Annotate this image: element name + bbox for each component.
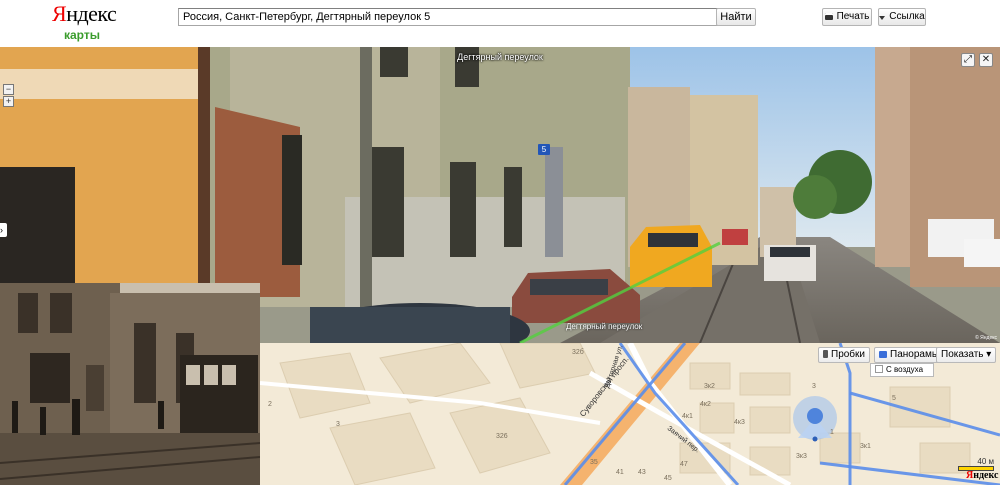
scale-label: 40 м [977,457,994,466]
house-number-label: 41 [616,469,624,476]
house-number-label: 3 [336,421,340,428]
traffic-icon [823,350,828,358]
yandex-logo[interactable]: Яндекс карты [52,2,117,44]
house-number-label: 2 [268,401,272,408]
house-number-label: 35 [590,459,598,466]
panoramas-button[interactable]: Панорамы [874,347,945,363]
panorama-nav-arrow[interactable]: › [0,223,7,237]
historic-photo [0,283,260,485]
print-button[interactable]: Печать [822,8,872,26]
printer-icon [824,13,833,20]
panorama-copyright: © Яндекс [975,335,997,341]
from-air-option[interactable]: С воздуха [870,363,934,377]
house-number-label: 3к1 [860,443,871,450]
chevron-down-icon: ▾ [986,349,992,360]
historic-photo-image [0,283,260,485]
house-number-label: 1 [830,429,834,436]
panorama-title: Дегтярный переулок [457,52,543,62]
zoom-out-button[interactable]: − [3,84,14,95]
house-number-label: 4к3 [734,419,745,426]
house-number-label: 326 [496,433,508,440]
house-number-label: 3к3 [796,453,807,460]
expand-icon[interactable]: ⤢ [961,53,975,67]
zoom-in-button[interactable]: + [3,96,14,107]
house-number-label: 4к2 [700,401,711,408]
house-number-label: 45 [664,475,672,482]
traffic-button[interactable]: Пробки [818,347,870,363]
house-number-label: 43 [638,469,646,476]
close-icon[interactable]: ✕ [979,53,993,67]
panorama-camera-icon [879,351,887,358]
panorama-road-label: Дегтярный переулок [566,322,643,331]
from-air-checkbox[interactable] [875,365,883,373]
header: Яндекс карты Найти Печать Ссылка [0,0,1000,46]
logo-text: Яндекс [52,1,117,26]
search-input[interactable] [178,8,723,26]
map-yandex-logo[interactable]: Яндекс [966,470,998,481]
house-number-sign: 5 [541,145,547,154]
find-button[interactable]: Найти [716,8,756,26]
house-number-label: 5 [892,395,896,402]
house-number-label: 4к1 [682,413,693,420]
show-dropdown[interactable]: Показать ▾ [936,347,997,363]
house-number-label: 32б [572,349,584,356]
house-number-label: 3 [812,383,816,390]
house-number-label: 47 [680,461,688,468]
pin-icon [879,16,886,20]
link-button[interactable]: Ссылка [878,8,926,26]
house-number-label: 3к2 [704,383,715,390]
logo-subtitle: карты [64,28,100,42]
map-view[interactable]: 326 32б 3 2 35 41 43 45 47 4к2 4к3 4к1 3… [260,343,1000,485]
